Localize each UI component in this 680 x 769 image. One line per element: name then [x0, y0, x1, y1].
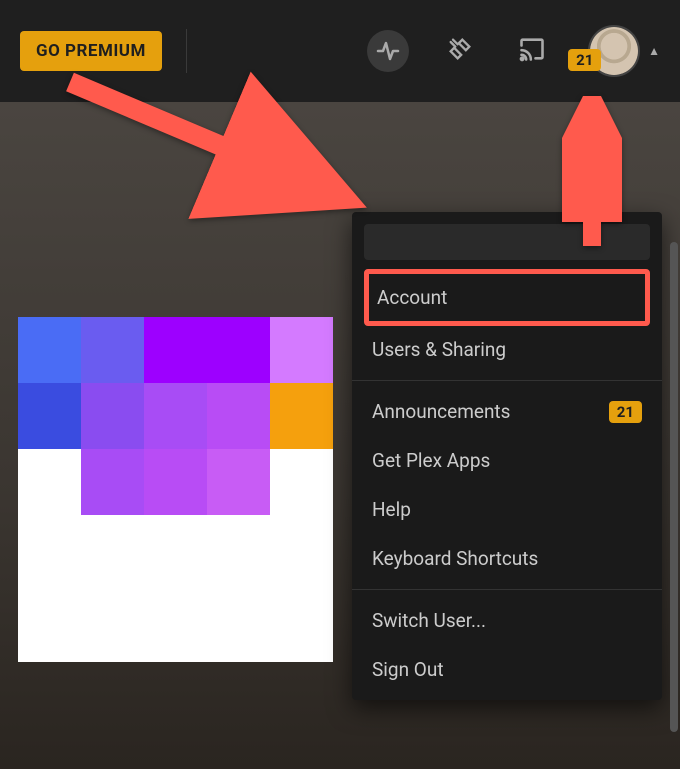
menu-item-get-apps[interactable]: Get Plex Apps — [352, 436, 662, 485]
divider — [352, 380, 662, 381]
top-bar: GO PREMIUM 21 ▲ — [0, 0, 680, 102]
menu-item-sign-out[interactable]: Sign Out — [352, 645, 662, 694]
annotation-highlight: Account — [364, 269, 650, 326]
announcements-badge: 21 — [609, 401, 642, 423]
settings-button[interactable] — [436, 27, 484, 75]
scrollbar[interactable] — [670, 242, 678, 732]
chevron-up-icon: ▲ — [648, 44, 660, 58]
menu-item-account[interactable]: Account — [369, 274, 645, 321]
cast-button[interactable] — [508, 27, 556, 75]
dropdown-search-input[interactable] — [364, 224, 650, 260]
user-menu-button[interactable]: 21 ▲ — [588, 25, 660, 77]
notification-badge: 21 — [568, 49, 601, 71]
tools-icon — [446, 35, 474, 67]
menu-item-switch-user[interactable]: Switch User... — [352, 596, 662, 645]
activity-button[interactable] — [364, 27, 412, 75]
menu-item-keyboard-shortcuts[interactable]: Keyboard Shortcuts — [352, 534, 662, 583]
user-dropdown-menu: Account Users & Sharing Announcements21 … — [352, 212, 662, 700]
divider — [186, 29, 187, 73]
go-premium-button[interactable]: GO PREMIUM — [20, 31, 162, 71]
artwork-thumbnail — [18, 317, 333, 662]
activity-icon — [367, 30, 409, 72]
content-area: Account Users & Sharing Announcements21 … — [0, 102, 680, 769]
menu-item-announcements[interactable]: Announcements21 — [352, 387, 662, 436]
menu-item-users-sharing[interactable]: Users & Sharing — [352, 325, 662, 374]
cast-icon — [518, 35, 546, 67]
divider — [352, 589, 662, 590]
menu-item-help[interactable]: Help — [352, 485, 662, 534]
